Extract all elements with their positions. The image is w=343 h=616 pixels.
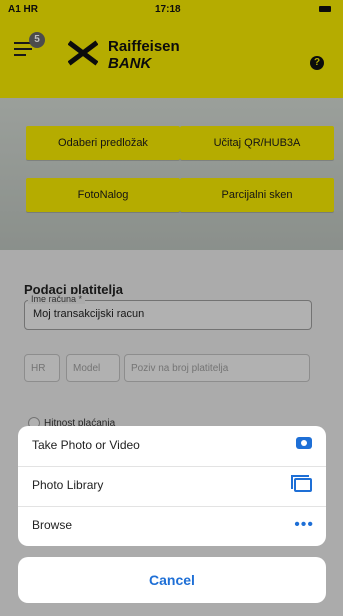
camera-icon bbox=[296, 437, 312, 449]
photo-library-icon bbox=[291, 475, 312, 492]
photo-library-label: Photo Library bbox=[32, 478, 104, 492]
browse-option[interactable]: Browse ••• bbox=[18, 506, 326, 546]
more-dots-icon: ••• bbox=[294, 516, 314, 533]
photo-library-option[interactable]: Photo Library bbox=[18, 466, 326, 507]
cancel-button[interactable]: Cancel bbox=[18, 557, 326, 603]
browse-label: Browse bbox=[32, 518, 73, 532]
action-sheet: Take Photo or Video Photo Library Browse… bbox=[18, 426, 326, 546]
take-photo-label: Take Photo or Video bbox=[32, 438, 140, 452]
take-photo-option[interactable]: Take Photo or Video bbox=[18, 426, 326, 467]
